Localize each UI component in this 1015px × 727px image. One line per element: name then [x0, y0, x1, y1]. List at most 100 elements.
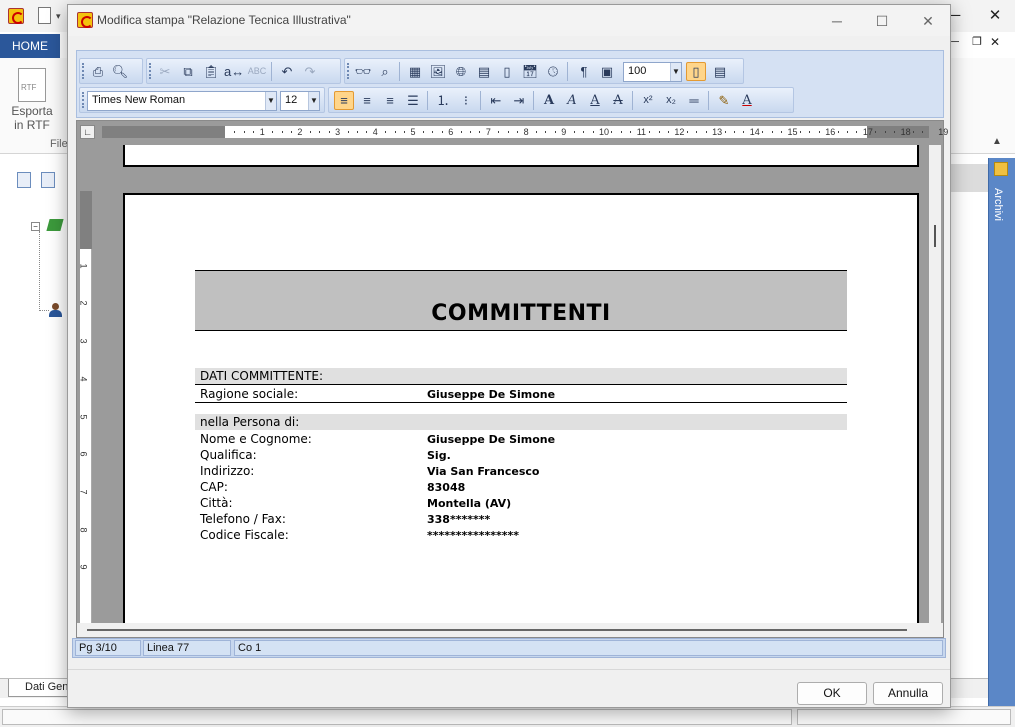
highlight-color-icon[interactable]: ✎: [714, 91, 734, 110]
subscript-icon[interactable]: x₂: [661, 91, 681, 110]
document-editor[interactable]: ∟ 1 2 3 4 5 6 7 8 9 10 11 12 13 14 15 16 17 18 19 12345678…: [76, 120, 948, 638]
superscript-icon[interactable]: x²: [638, 91, 658, 110]
insert-date-icon[interactable]: 📅︎: [520, 62, 540, 81]
font-color-icon[interactable]: A: [737, 91, 757, 110]
horizontal-scrollbar[interactable]: [77, 623, 943, 637]
align-center-icon[interactable]: ≡: [357, 91, 377, 110]
page-view-icon[interactable]: ▯: [686, 62, 706, 81]
ruler-number: 12: [674, 127, 685, 137]
ruler-tick: [922, 131, 924, 133]
chevron-down-icon[interactable]: ▼: [670, 63, 681, 81]
vertical-scrollbar[interactable]: [929, 145, 941, 623]
underline-icon[interactable]: A: [585, 91, 605, 110]
expand-all-icon[interactable]: [17, 172, 31, 188]
new-document-icon[interactable]: [38, 7, 51, 24]
ruler-tick: [781, 131, 783, 133]
collapse-all-icon[interactable]: [41, 172, 55, 188]
insert-time-icon[interactable]: 🕓︎: [543, 62, 563, 81]
dialog-minimize-icon[interactable]: ─: [825, 11, 849, 31]
undo-icon[interactable]: ↶: [277, 62, 297, 81]
bullet-list-icon[interactable]: ⁝: [456, 91, 476, 110]
ruler-tick: [667, 131, 669, 133]
insert-link-icon[interactable]: 🌐︎: [451, 62, 471, 81]
bold-icon[interactable]: A: [539, 91, 559, 110]
print-preview-icon[interactable]: 🔍︎: [110, 62, 130, 81]
cut-icon[interactable]: ✂: [155, 62, 175, 81]
insert-object-icon[interactable]: ▤: [474, 62, 494, 81]
toolbar-separator: [533, 91, 534, 110]
italic-icon[interactable]: A: [562, 91, 582, 110]
dialog-close-icon[interactable]: ✕: [916, 11, 940, 31]
app-close-icon[interactable]: ✕: [984, 6, 1006, 26]
toolbar-grip[interactable]: [82, 63, 85, 79]
font-name-combo[interactable]: Times New Roman ▼: [87, 91, 277, 111]
copy-icon[interactable]: ⧉: [178, 62, 198, 81]
horizontal-scroll-thumb[interactable]: [87, 629, 907, 631]
ribbon-close-icon[interactable]: ✕: [984, 32, 1006, 52]
ruler-number: 9: [561, 127, 567, 137]
toolbar-grip[interactable]: [149, 63, 152, 79]
ruler-tick: [243, 131, 245, 133]
chevron-down-icon[interactable]: ▼: [308, 92, 319, 110]
align-left-icon[interactable]: ≡: [334, 91, 354, 110]
insert-image-icon[interactable]: 🖼︎: [428, 62, 448, 81]
find-icon[interactable]: 👓︎: [353, 62, 373, 81]
page-setup-icon[interactable]: ▯: [497, 62, 517, 81]
document-page[interactable]: COMMITTENTI DATI COMMITTENTE: Ragione so…: [123, 193, 919, 625]
rtf-export-icon[interactable]: [18, 68, 46, 102]
toolbar-grip[interactable]: [82, 92, 85, 108]
tab-stop-selector-icon[interactable]: ∟: [80, 125, 95, 139]
search-icon[interactable]: ⌕: [375, 62, 395, 81]
ruler-tick: [460, 131, 462, 133]
strikethrough-icon[interactable]: A: [608, 91, 628, 110]
qualifica-value: Sig.: [427, 449, 451, 462]
ruler-number: 19: [938, 127, 949, 137]
insert-table-icon[interactable]: ▦: [405, 62, 425, 81]
ruler-tick: [743, 131, 745, 133]
tree-user-icon[interactable]: [48, 303, 62, 317]
highlight-fields-icon[interactable]: ▣: [597, 62, 617, 81]
dialog-separator: [68, 669, 950, 670]
archivi-label[interactable]: Archivi: [992, 188, 1004, 221]
ruler-tick: [545, 131, 547, 133]
toolbar-grip[interactable]: [347, 63, 350, 79]
show-paragraph-marks-icon[interactable]: ¶: [574, 62, 594, 81]
horizontal-line-icon[interactable]: ═: [684, 91, 704, 110]
ruler-number: 15: [787, 127, 798, 137]
numbered-list-icon[interactable]: ⒈: [433, 91, 453, 110]
decrease-indent-icon[interactable]: ⇤: [486, 91, 506, 110]
tree-collapse-icon[interactable]: −: [31, 222, 40, 231]
cancel-button[interactable]: Annulla: [873, 682, 943, 705]
vertical-ruler[interactable]: 1 2 3 4 5 6 7 8 9: [79, 191, 92, 623]
zoom-combo[interactable]: 100 ▼: [623, 62, 682, 82]
ok-button[interactable]: OK: [797, 682, 867, 705]
horizontal-ruler[interactable]: 1 2 3 4 5 6 7 8 9 10 11 12 13 14 15 16 17 18 19: [102, 126, 948, 138]
ruler-tick: [630, 131, 632, 133]
ruler-tick: [649, 131, 651, 133]
tab-home[interactable]: HOME: [0, 34, 60, 58]
align-right-icon[interactable]: ≡: [380, 91, 400, 110]
export-rtf-button-label[interactable]: Esporta in RTF: [6, 104, 58, 132]
justify-icon[interactable]: ☰: [403, 91, 423, 110]
ruler-tick: [328, 131, 330, 133]
print-icon[interactable]: ⎙: [88, 62, 108, 81]
vertical-scroll-thumb[interactable]: [934, 225, 936, 247]
toolbar-separator: [399, 62, 400, 81]
spellcheck-icon[interactable]: ABC: [247, 62, 267, 81]
ruler-tick: [724, 131, 726, 133]
normal-view-icon[interactable]: ▤: [710, 62, 730, 81]
paste-icon[interactable]: 📋︎: [201, 62, 221, 81]
find-replace-icon[interactable]: a↔: [224, 62, 244, 81]
redo-icon[interactable]: ↷: [300, 62, 320, 81]
increase-indent-icon[interactable]: ⇥: [509, 91, 529, 110]
ruler-tick: [479, 131, 481, 133]
quick-access-dropdown-icon[interactable]: ▾: [56, 11, 61, 22]
chevron-down-icon[interactable]: ▼: [265, 92, 276, 110]
dialog-maximize-icon[interactable]: ☐: [870, 11, 894, 31]
font-size-combo[interactable]: 12 ▼: [280, 91, 320, 111]
tab-dati-generali[interactable]: Dati Gen: [8, 679, 70, 697]
ribbon-collapse-icon[interactable]: ▲: [992, 136, 1002, 147]
ruler-tick: [234, 131, 236, 133]
archivi-icon[interactable]: [994, 162, 1008, 176]
archivi-side-panel[interactable]: [988, 158, 1015, 706]
